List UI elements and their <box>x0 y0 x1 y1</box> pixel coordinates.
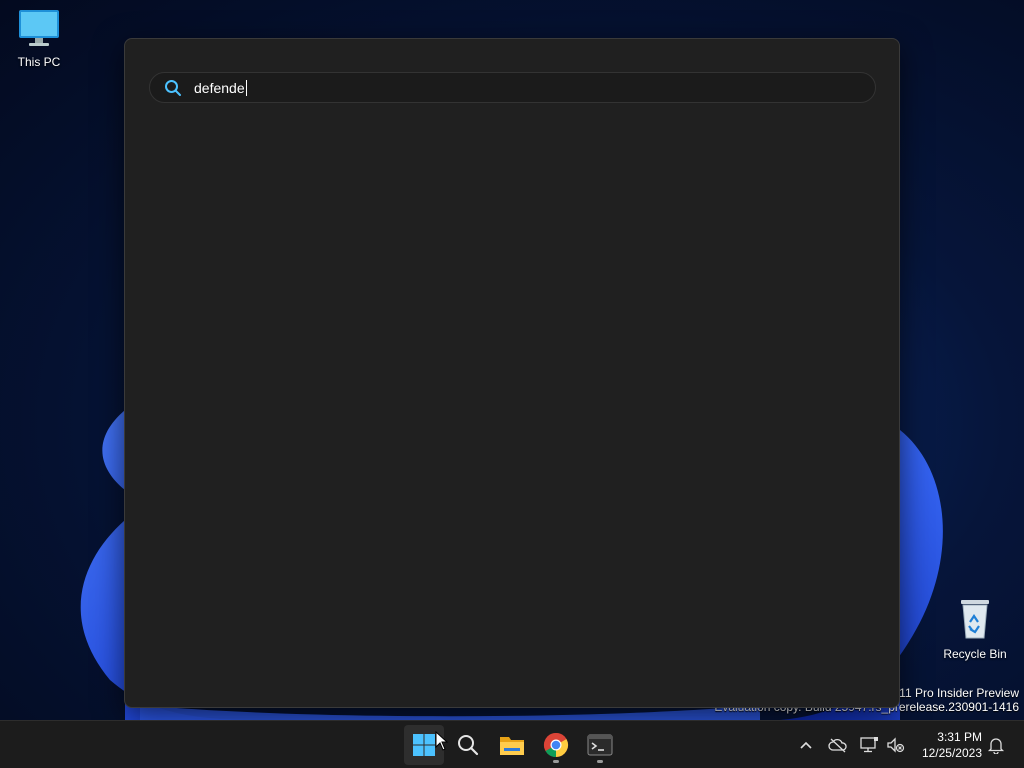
mouse-cursor-icon <box>435 731 449 751</box>
desktop-icon-label: Recycle Bin <box>943 647 1007 661</box>
windows-logo-icon <box>413 734 435 756</box>
clock[interactable]: 3:31 PM 12/25/2023 <box>912 729 982 761</box>
network-tray-button[interactable] <box>857 733 881 757</box>
running-indicator <box>553 760 559 763</box>
recycle-bin-icon <box>961 600 989 639</box>
taskbar: 3:31 PM 12/25/2023 <box>0 720 1024 768</box>
terminal-icon <box>587 734 613 756</box>
onedrive-offline-icon <box>828 738 847 753</box>
desktop-icon-label: This PC <box>17 55 61 69</box>
taskbar-search-button[interactable] <box>448 725 488 765</box>
desktop-icon-recycle-bin[interactable]: Recycle Bin <box>933 596 1017 661</box>
file-explorer-button[interactable] <box>492 725 532 765</box>
clock-date: 12/25/2023 <box>921 746 982 760</box>
volume-tray-button[interactable] <box>884 733 908 757</box>
search-icon <box>458 735 479 756</box>
network-icon <box>860 737 878 753</box>
volume-muted-icon <box>887 737 905 753</box>
computer-icon <box>19 10 59 46</box>
chrome-button[interactable] <box>536 725 576 765</box>
notification-bell-icon <box>987 738 1005 754</box>
text-caret <box>245 79 247 96</box>
search-icon <box>165 79 181 96</box>
chrome-icon <box>543 733 569 757</box>
search-input[interactable]: defende <box>149 72 876 103</box>
onedrive-tray-button[interactable] <box>826 733 850 757</box>
folder-icon <box>500 737 524 755</box>
show-hidden-icons-button[interactable] <box>794 733 818 757</box>
running-indicator <box>597 760 603 763</box>
start-search-panel: defende <box>124 38 900 708</box>
terminal-button[interactable] <box>580 725 620 765</box>
notification-center-button[interactable] <box>984 733 1008 757</box>
search-query-text: defende <box>194 79 245 96</box>
chevron-up-icon <box>800 741 812 749</box>
clock-time: 3:31 PM <box>937 730 982 744</box>
desktop-icon-this-pc[interactable]: This PC <box>0 8 81 69</box>
